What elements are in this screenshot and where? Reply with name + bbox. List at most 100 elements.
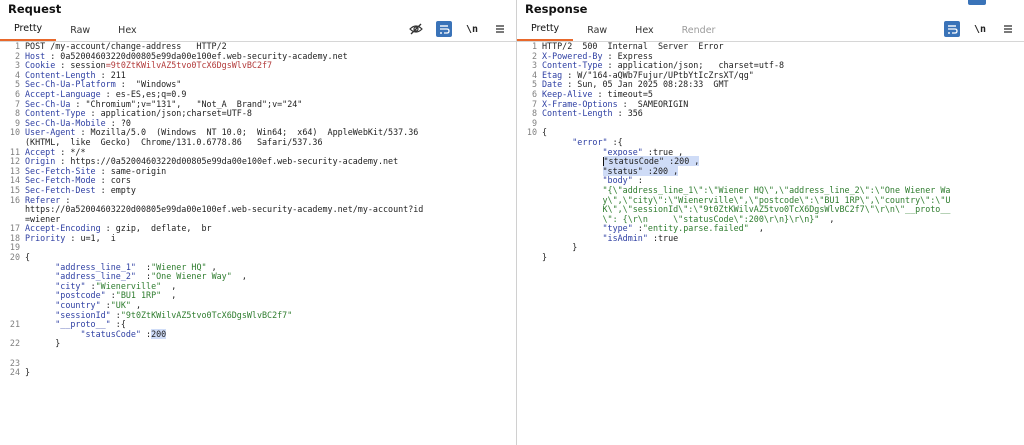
code-token: : Sun, 05 Jan 2025 08:28:33 GMT <box>562 79 729 90</box>
line-number: 7 <box>531 98 537 109</box>
wrap-lines-icon[interactable] <box>944 21 960 37</box>
code-token: HTTP/2 500 Internal Server Error <box>542 41 724 51</box>
line-number: 22 <box>9 338 20 349</box>
code-line: https://0a52004603220d00805e99da00e100ef… <box>0 204 516 215</box>
code-line: } <box>517 243 1024 253</box>
code-token: : <box>632 223 643 234</box>
code-token: Keep-Alive <box>542 88 593 99</box>
newline-icon[interactable]: \n <box>972 21 988 37</box>
code-token: : u=1, i <box>65 232 116 243</box>
line-number: 10 <box>9 127 20 138</box>
code-token: "Wiener HQ" <box>151 261 207 272</box>
code-token: X-Frame-Options <box>542 98 618 109</box>
line-number: 8 <box>14 108 20 119</box>
layout-toggle-icon[interactable] <box>968 0 986 5</box>
code-token: : <box>632 175 643 186</box>
code-line: 9 <box>517 118 1024 129</box>
code-token: , <box>748 223 764 234</box>
code-token: : application/json; charset=utf-8 <box>602 60 785 71</box>
code-token: : <box>85 280 96 291</box>
line-number <box>517 186 542 196</box>
code-token: \": {\r\n \"statusCode\":200\r\n}\r\n}" <box>602 213 820 224</box>
code-token: Accept <box>25 146 56 157</box>
request-tabs: Pretty Raw Hex \n <box>0 19 516 42</box>
line-number: 10 <box>526 127 537 138</box>
code-token: { <box>542 127 548 138</box>
code-token: : session <box>55 60 106 71</box>
response-pane: Response Pretty Raw Hex Render \n 1 HTTP/… <box>516 0 1024 445</box>
code-token: Accept-Encoding <box>25 223 101 234</box>
line-number <box>0 282 25 292</box>
code-token: "statusCode" :200 , <box>603 156 700 167</box>
tab-pretty[interactable]: Pretty <box>517 18 574 41</box>
wrap-lines-icon[interactable] <box>436 21 452 37</box>
code-line: 19 <box>0 243 516 253</box>
code-token: : gzip, deflate, br <box>100 223 212 234</box>
code-token: , <box>161 280 177 291</box>
tab-raw[interactable]: Raw <box>56 20 104 41</box>
tab-render[interactable]: Render <box>668 20 730 41</box>
request-editor[interactable]: 1 POST /my-account/change-address HTTP/2 2… <box>0 41 516 445</box>
line-text: } <box>542 243 1024 253</box>
code-token: 200 <box>151 328 167 339</box>
code-line: 8 Content-Length : 356 <box>517 108 1024 119</box>
code-line <box>0 349 516 359</box>
tab-hex[interactable]: Hex <box>104 20 150 41</box>
code-token: : 356 <box>612 108 643 119</box>
code-token: : es-ES,es;q=0.9 <box>100 88 187 99</box>
code-token: "statusCode" <box>80 328 141 339</box>
code-token: : <box>135 261 152 272</box>
code-token: "address_line_1" <box>55 261 136 272</box>
code-token: : 211 <box>95 69 126 80</box>
code-token: , <box>206 261 217 272</box>
eye-slash-icon[interactable] <box>408 21 424 37</box>
line-number: 5 <box>14 79 20 90</box>
line-number: 3 <box>14 60 20 71</box>
code-token: Content-Length <box>25 69 96 80</box>
code-token: "__proto__" <box>55 319 111 330</box>
line-text: Sec-Fetch-Dest : empty <box>25 185 516 196</box>
code-token: , <box>130 300 142 311</box>
menu-icon[interactable] <box>1000 21 1016 37</box>
code-token: Content-Type <box>542 60 603 71</box>
code-token: : <box>110 309 121 320</box>
response-viewer[interactable]: 1 HTTP/2 500 Internal Server Error 2 X-Powe… <box>517 41 1024 445</box>
code-token: : ?0 <box>105 117 131 128</box>
line-text <box>542 119 1024 129</box>
newline-icon[interactable]: \n <box>464 21 480 37</box>
code-token: } <box>542 242 578 253</box>
code-token: : 0a52004603220d00805e99da00e100ef.web-s… <box>45 50 348 61</box>
code-token: : <box>100 300 111 311</box>
code-token: : <box>60 194 71 205</box>
code-token: "9t0ZtKWilvAZ5tvo0TcX6DgsWlvBC2f7" <box>120 309 293 320</box>
tab-hex[interactable]: Hex <box>621 20 667 41</box>
code-token: "isAdmin" <box>602 232 648 243</box>
menu-icon[interactable] <box>492 21 508 37</box>
tab-pretty[interactable]: Pretty <box>0 18 57 41</box>
code-token: "status" :200 , <box>602 165 679 176</box>
code-token: : */* <box>55 146 86 157</box>
code-token: :true <box>647 232 679 243</box>
line-number <box>0 272 25 282</box>
line-number: 21 <box>9 319 20 330</box>
code-token: } <box>25 367 31 378</box>
line-number: 2 <box>531 50 537 61</box>
line-number <box>517 253 542 263</box>
line-number: 4 <box>14 69 20 80</box>
line-number: 5 <box>531 79 537 90</box>
code-token: "error" <box>572 136 608 147</box>
line-number <box>0 301 25 311</box>
code-token: } <box>542 252 548 263</box>
code-token: : W/"164-aQWb7Fujur/UPtbYtIcZrsXT/qg" <box>562 69 754 80</box>
tab-raw[interactable]: Raw <box>573 20 621 41</box>
code-token: :{ <box>110 319 126 330</box>
code-token: "postcode" <box>55 290 106 301</box>
code-token: "expose" <box>602 146 643 157</box>
code-line: "statusCode" :200 <box>0 328 516 340</box>
